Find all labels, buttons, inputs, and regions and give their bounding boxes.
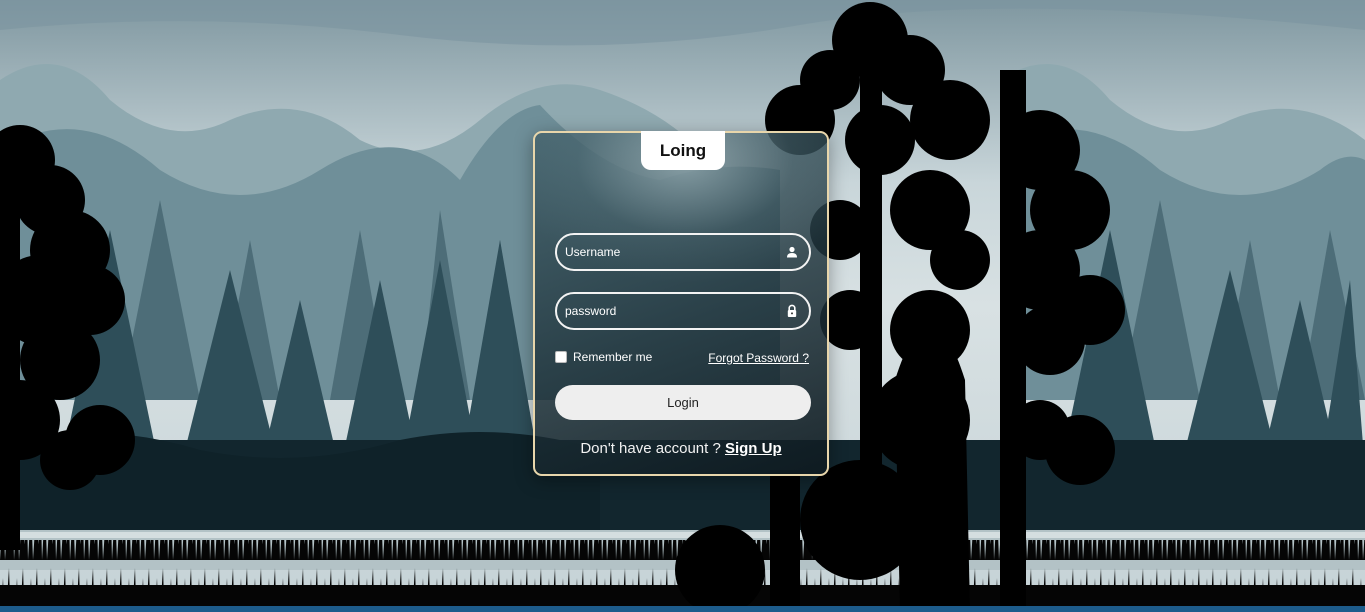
username-input[interactable] xyxy=(565,235,775,269)
remember-checkbox[interactable] xyxy=(555,351,567,363)
remember-label: Remember me xyxy=(573,350,653,364)
card-title: Loing xyxy=(641,131,725,170)
remember-me[interactable]: Remember me xyxy=(555,350,652,364)
signup-link[interactable]: Sign Up xyxy=(725,440,782,457)
lock-icon xyxy=(787,304,797,317)
password-input[interactable] xyxy=(565,294,775,328)
user-icon xyxy=(787,246,797,258)
username-field[interactable] xyxy=(555,233,811,271)
password-field[interactable] xyxy=(555,292,811,330)
login-card: Loing Remember me Forgot Password ? Logi… xyxy=(533,131,829,476)
signup-line: Don't have account ? Sign Up xyxy=(535,440,827,457)
forgot-password-link[interactable]: Forgot Password ? xyxy=(708,351,809,365)
bottom-bar xyxy=(0,606,1365,612)
login-button[interactable]: Login xyxy=(555,385,811,420)
signup-prompt: Don't have account ? xyxy=(580,440,725,457)
